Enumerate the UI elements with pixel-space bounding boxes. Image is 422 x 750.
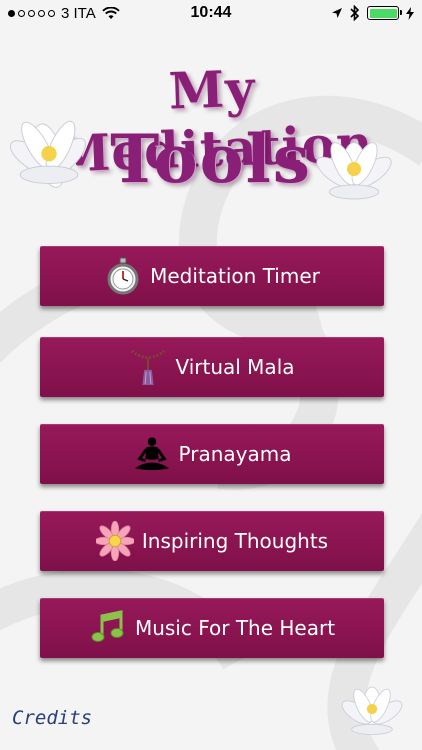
location-arrow-icon: [332, 8, 342, 18]
menu-item-label: Pranayama: [178, 442, 292, 466]
battery-icon: [367, 6, 402, 20]
virtual-mala-button[interactable]: Virtual Mala: [40, 337, 384, 397]
stopwatch-icon: [104, 256, 142, 296]
menu-item-label: Inspiring Thoughts: [141, 529, 329, 553]
music-note-icon: [89, 608, 127, 648]
lotus-flower-icon: [10, 120, 86, 188]
battery-fill: [369, 8, 397, 18]
mala-beads-icon: [129, 347, 167, 387]
menu-item-label: Virtual Mala: [175, 355, 295, 379]
inspiring-thoughts-button[interactable]: Inspiring Thoughts: [40, 511, 384, 571]
credits-link[interactable]: Credits: [12, 707, 92, 729]
menu-item-label: Meditation Timer: [150, 264, 320, 288]
bluetooth-icon: [350, 5, 360, 21]
charging-bolt-icon: [406, 6, 414, 20]
music-for-the-heart-button[interactable]: Music For The Heart: [40, 598, 384, 658]
pink-daisy-icon: [95, 521, 134, 561]
status-right: [331, 5, 414, 21]
meditation-timer-button[interactable]: Meditation Timer: [40, 246, 384, 306]
status-bar: 3 ITA 10:44: [0, 0, 422, 28]
lotus-flower-icon: [341, 686, 403, 735]
meditating-person-icon: [133, 434, 171, 474]
pranayama-button[interactable]: Pranayama: [40, 424, 384, 484]
menu-item-label: Music For The Heart: [134, 616, 336, 640]
lotus-flower-icon: [316, 142, 392, 200]
